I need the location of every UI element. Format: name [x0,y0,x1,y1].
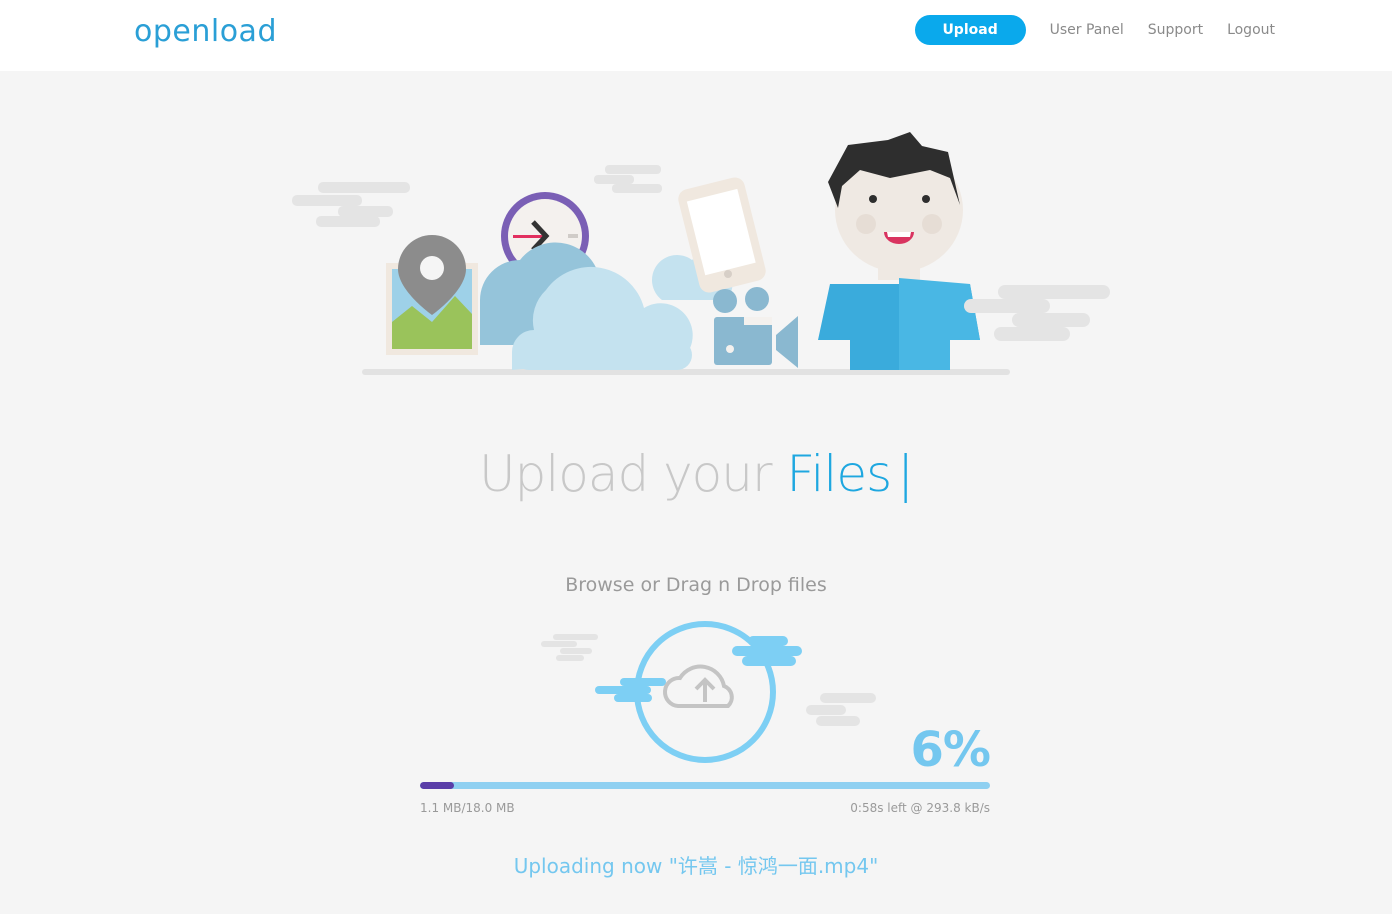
character-illustration [818,132,980,370]
upload-time-remaining: 0:58s left @ 293.8 kB/s [850,801,990,815]
logout-link[interactable]: Logout [1227,22,1275,38]
headline-accent: Files [786,445,892,503]
page-title: Upload your Files | [0,445,1392,503]
top-nav: Upload User Panel Support Logout [914,15,1275,45]
browse-drop-label[interactable]: Browse or Drag n Drop files [0,574,1392,596]
upload-size: 1.1 MB/18.0 MB [420,801,515,815]
upload-drop-zone[interactable] [540,615,880,775]
headline-text: Upload your [479,445,773,503]
uploading-file-status: Uploading now "许嵩 - 惊鸿一面.mp4" [513,854,879,878]
hero-illustration [292,132,1110,375]
right-decor-cloud [964,285,1110,341]
progress-bar [420,782,990,789]
logo[interactable]: openload [134,14,277,49]
upload-button[interactable]: Upload [914,15,1026,45]
progress-bar-fill [420,782,455,789]
progress-percent: 6% [910,722,991,778]
left-decor-cloud [292,165,662,227]
user-panel-link[interactable]: User Panel [1050,22,1124,38]
drop-zone-decor-clouds [541,634,876,726]
cloud-upload-icon [662,664,734,708]
support-link[interactable]: Support [1148,22,1203,38]
header: openload Upload User Panel Support Logou… [0,0,1392,71]
video-camera-icon [713,287,798,368]
text-caret: | [897,445,914,503]
